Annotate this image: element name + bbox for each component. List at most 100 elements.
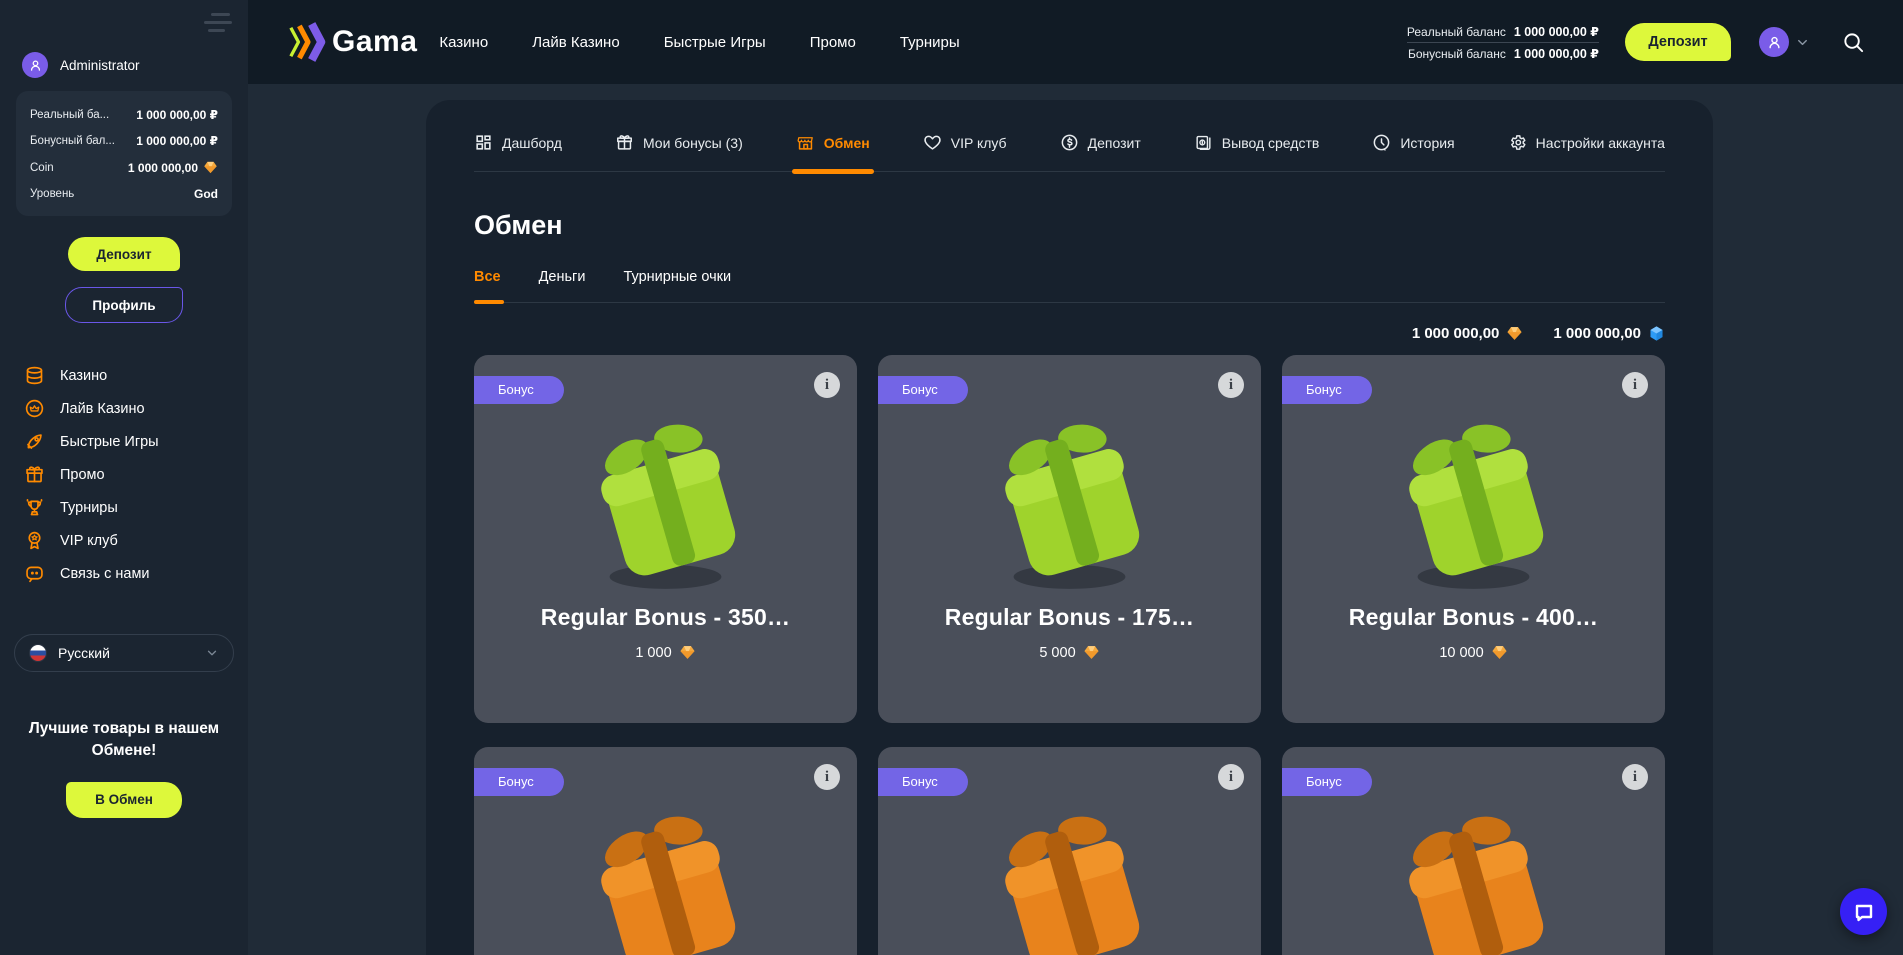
sidebar-nav: Казино Лайв Казино Быстрые Игры Промо Ту…: [24, 359, 248, 590]
sidebar-item-label: Связь с нами: [60, 566, 150, 582]
gama-app: Administrator Реальный ба... 1 000 000,0…: [0, 0, 1903, 955]
dashboard-icon: [474, 133, 493, 152]
sidebar-item-label: Казино: [60, 368, 107, 384]
bonus-price: 5 000: [1039, 644, 1099, 661]
top-nav-promo[interactable]: Промо: [810, 34, 856, 51]
main-area: Gama Казино Лайв Казино Быстрые Игры Про…: [248, 0, 1903, 955]
panel-content: Дашборд Мои бонусы (3) Обмен VIP клуб: [426, 100, 1713, 955]
page-title: Обмен: [474, 210, 1665, 241]
top-nav-tournaments[interactable]: Турниры: [900, 34, 960, 51]
bonus-badge: Бонус: [1282, 768, 1372, 796]
trophy-icon: [24, 497, 45, 518]
header-deposit-button[interactable]: Депозит: [1625, 23, 1731, 61]
sidebar-item-live-casino[interactable]: Лайв Казино: [24, 392, 248, 425]
tab-dashboard[interactable]: Дашборд: [474, 100, 562, 171]
sidebar-item-vip-club[interactable]: VIP клуб: [24, 524, 248, 557]
sidebar-menu-icon[interactable]: [204, 13, 232, 32]
bonus-card[interactable]: Бонус i: [878, 747, 1261, 955]
top-nav: Казино Лайв Казино Быстрые Игры Промо Ту…: [439, 34, 959, 51]
sidebar-profile-button[interactable]: Профиль: [65, 287, 183, 323]
bonus-card[interactable]: Бонус i: [1282, 747, 1665, 955]
sidebar-user-row[interactable]: Administrator: [22, 52, 248, 78]
tab-deposit[interactable]: Депозит: [1060, 100, 1141, 171]
tab-history[interactable]: История: [1372, 100, 1454, 171]
info-icon[interactable]: i: [814, 372, 840, 398]
header-real-balance: Реальный баланс 1 000 000,00 ₽: [1407, 21, 1599, 42]
bonus-card[interactable]: Бонус i: [474, 747, 857, 955]
russia-flag-icon: [29, 644, 47, 662]
gift-box-image: [1371, 797, 1576, 955]
medal-icon: [24, 530, 45, 551]
gold-gem-icon: [679, 644, 696, 661]
bonus-balance-row: Бонусный бал... 1 000 000,00 ₽: [30, 128, 218, 154]
language-selector[interactable]: Русский: [14, 634, 234, 672]
info-icon[interactable]: i: [1218, 764, 1244, 790]
filter-tab-tournament-points[interactable]: Турнирные очки: [623, 269, 731, 285]
sidebar-item-tournaments[interactable]: Турниры: [24, 491, 248, 524]
user-name: Administrator: [60, 58, 140, 73]
tab-vip-club[interactable]: VIP клуб: [923, 100, 1007, 171]
sidebar-item-fast-games[interactable]: Быстрые Игры: [24, 425, 248, 458]
tab-label: Настройки аккаунта: [1536, 135, 1665, 151]
chevron-down-icon: [1795, 35, 1810, 50]
filter-tab-all[interactable]: Все: [474, 269, 501, 285]
search-icon[interactable]: [1842, 31, 1865, 54]
info-icon[interactable]: i: [1622, 764, 1648, 790]
info-icon[interactable]: i: [1218, 372, 1244, 398]
tab-label: История: [1400, 135, 1454, 151]
sidebar-item-contact[interactable]: Связь с нами: [24, 557, 248, 590]
bonus-card[interactable]: Бонус i Regular Bonus - 175… 5 000: [878, 355, 1261, 723]
gift-icon: [24, 464, 45, 485]
header-right: Реальный баланс 1 000 000,00 ₽ Бонусный …: [1407, 21, 1865, 64]
top-nav-casino[interactable]: Казино: [439, 34, 488, 51]
bonus-title: Regular Bonus - 350…: [541, 604, 790, 631]
chat-widget-button[interactable]: [1840, 888, 1887, 935]
bonus-card[interactable]: Бонус i Regular Bonus - 350… 1 000: [474, 355, 857, 723]
gold-gem-icon: [1083, 644, 1100, 661]
logo-text: Gama: [332, 25, 417, 59]
top-header: Gama Казино Лайв Казино Быстрые Игры Про…: [248, 0, 1903, 84]
bonus-balance-value: 1 000 000,00 ₽: [1514, 46, 1599, 61]
gift-box-image: [563, 797, 768, 955]
sidebar-item-promo[interactable]: Промо: [24, 458, 248, 491]
withdraw-icon: [1194, 133, 1213, 152]
sidebar-item-label: Лайв Казино: [60, 401, 145, 417]
account-tabs: Дашборд Мои бонусы (3) Обмен VIP клуб: [474, 100, 1665, 172]
header-balances: Реальный баланс 1 000 000,00 ₽ Бонусный …: [1407, 21, 1599, 64]
gold-gem-icon: [1506, 325, 1523, 342]
to-exchange-button[interactable]: В Обмен: [66, 782, 182, 818]
tab-my-bonuses[interactable]: Мои бонусы (3): [615, 100, 743, 171]
filter-tab-money[interactable]: Деньги: [539, 269, 586, 285]
bonus-card[interactable]: Бонус i Regular Bonus - 400… 10 000: [1282, 355, 1665, 723]
tab-label: Обмен: [824, 135, 870, 151]
gift-box-image: [967, 797, 1172, 955]
live-casino-icon: [24, 398, 45, 419]
tab-withdraw[interactable]: Вывод средств: [1194, 100, 1320, 171]
tab-exchange[interactable]: Обмен: [796, 100, 870, 171]
tab-account-settings[interactable]: Настройки аккаунта: [1508, 100, 1665, 171]
info-icon[interactable]: i: [814, 764, 840, 790]
coin-balance-row: Coin 1 000 000,00: [30, 154, 218, 181]
sidebar-deposit-button[interactable]: Депозит: [68, 237, 180, 271]
gift-icon: [615, 133, 634, 152]
account-menu[interactable]: [1759, 27, 1810, 57]
info-icon[interactable]: i: [1622, 372, 1648, 398]
gold-gem-icon: [203, 160, 218, 175]
coin-balance-label: Coin: [30, 162, 54, 174]
wallet-balances: 1 000 000,00 1 000 000,00: [474, 325, 1665, 342]
bonus-cards-grid: Бонус i Regular Bonus - 350… 1 000: [474, 355, 1665, 955]
bonus-badge: Бонус: [474, 768, 564, 796]
bonus-balance-label: Бонусный баланс: [1408, 47, 1506, 61]
level-value: God: [194, 187, 218, 201]
tab-label: VIP клуб: [951, 135, 1007, 151]
header-bonus-balance: Бонусный баланс 1 000 000,00 ₽: [1407, 43, 1599, 64]
rocket-icon: [24, 431, 45, 452]
top-nav-live-casino[interactable]: Лайв Казино: [532, 34, 620, 51]
real-balance-label: Реальный баланс: [1407, 25, 1506, 39]
gama-logo[interactable]: Gama: [288, 21, 417, 63]
sidebar-balance-card: Реальный ба... 1 000 000,00 ₽ Бонусный б…: [16, 91, 232, 216]
coin-balance-value: 1 000 000,00: [128, 160, 218, 175]
top-nav-fast-games[interactable]: Быстрые Игры: [664, 34, 766, 51]
sidebar-item-casino[interactable]: Казино: [24, 359, 248, 392]
user-avatar: [22, 52, 48, 78]
